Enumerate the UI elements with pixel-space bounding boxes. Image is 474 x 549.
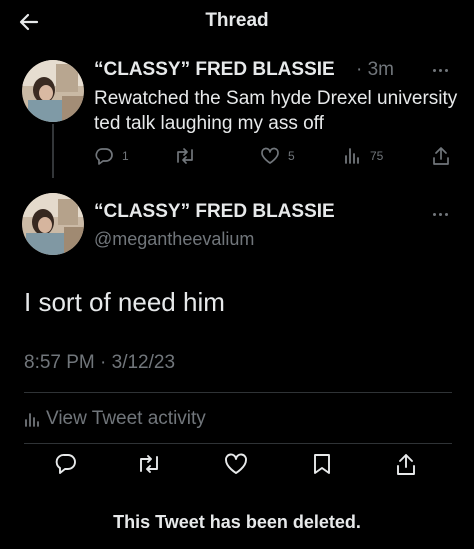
retweet-icon [140, 455, 158, 473]
thread-connector-line [52, 124, 54, 178]
bookmark-button[interactable] [312, 453, 332, 475]
more-options-button[interactable] [429, 207, 451, 221]
relative-time: 3m [367, 59, 395, 80]
tweet-text: I sort of need him [24, 287, 225, 317]
more-icon [432, 212, 436, 216]
share-icon [433, 147, 449, 165]
retweet-icon [177, 148, 193, 164]
tweet-time: · 3m [356, 59, 394, 81]
top-bar: Thread [0, 0, 474, 44]
views-button[interactable]: 75 [344, 147, 383, 165]
bookmark-icon [314, 454, 330, 474]
author-name[interactable]: “CLASSY” FRED BLASSIE [94, 201, 335, 223]
views-icon [25, 413, 39, 427]
share-button[interactable] [432, 146, 450, 166]
reply-button[interactable] [54, 453, 78, 475]
share-icon [397, 454, 415, 475]
like-button[interactable]: 5 [260, 147, 295, 165]
like-icon [261, 147, 279, 164]
activity-label: View Tweet activity [46, 408, 206, 429]
like-icon [225, 453, 247, 474]
time-separator: · [356, 59, 363, 80]
like-button[interactable] [224, 453, 248, 475]
like-count: 5 [288, 149, 295, 163]
tweet-timestamp[interactable]: 8:57 PM · 3/12/23 [24, 352, 175, 374]
reply-icon [95, 148, 113, 165]
view-tweet-activity-link[interactable]: View Tweet activity [24, 408, 206, 430]
reply-button[interactable]: 1 [94, 147, 129, 165]
divider [24, 392, 452, 393]
views-icon [345, 148, 359, 164]
page-title: Thread [205, 10, 269, 31]
more-options-button[interactable] [429, 63, 451, 77]
more-icon [432, 68, 436, 72]
share-button[interactable] [396, 452, 416, 476]
divider [24, 443, 452, 444]
reply-count: 1 [122, 149, 129, 163]
view-count: 75 [370, 149, 384, 163]
author-handle[interactable]: @megantheevalium [94, 229, 254, 250]
retweet-button[interactable] [174, 147, 196, 165]
retweet-button[interactable] [136, 453, 162, 475]
tweet-text: Rewatched the Sam hyde Drexel university… [94, 88, 458, 134]
avatar[interactable] [22, 193, 84, 255]
reply-icon [55, 454, 76, 474]
avatar[interactable] [22, 60, 84, 122]
author-name[interactable]: “CLASSY” FRED BLASSIE [94, 59, 335, 81]
deleted-tweet-notice: This Tweet has been deleted. [113, 512, 361, 532]
